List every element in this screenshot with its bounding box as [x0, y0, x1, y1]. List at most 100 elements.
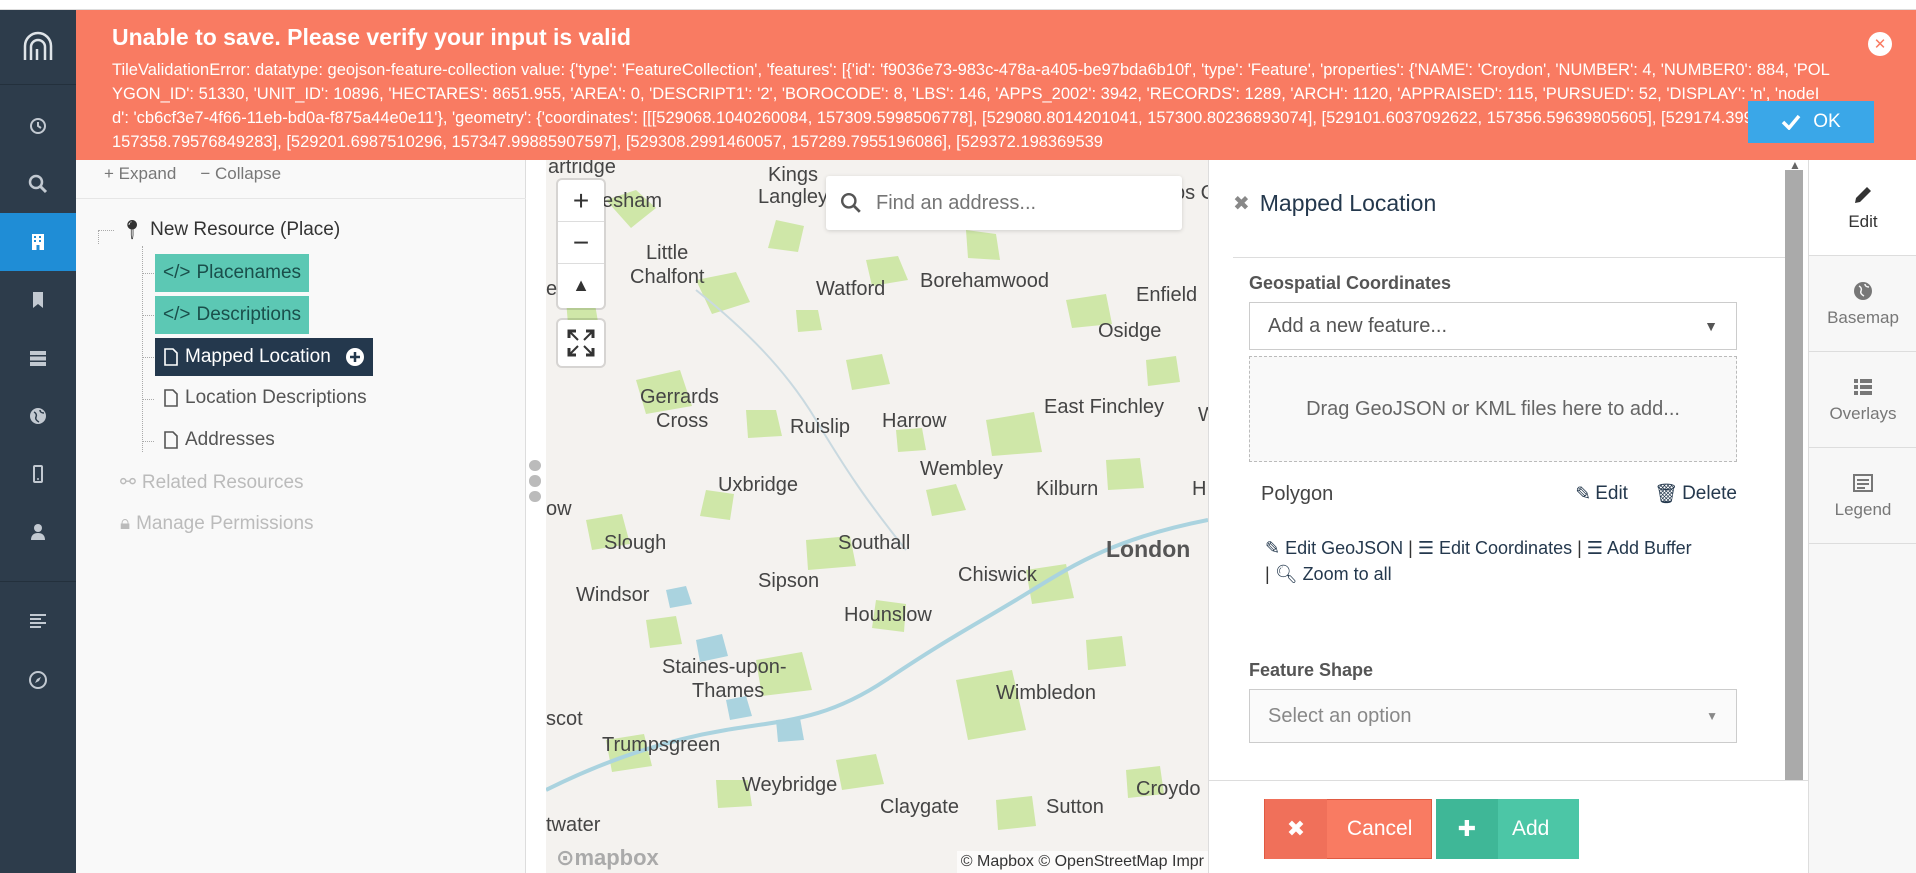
map-label: Little [646, 242, 689, 264]
tree-connector [142, 441, 154, 442]
nav-search[interactable] [0, 155, 76, 213]
map-label: Osidge [1098, 320, 1162, 342]
reset-bearing-button[interactable]: ▲ [558, 264, 604, 306]
toolbar-divider [76, 198, 526, 199]
tree-root-node[interactable]: 📍︎ New Resource (Place) [120, 218, 340, 242]
ok-label: OK [1813, 111, 1841, 132]
map-label: Sipson [758, 570, 820, 592]
card-edit-panel: ▲ ✖ Mapped Location Geospatial Coordinat… [1208, 158, 1809, 873]
file-icon [164, 389, 178, 407]
zoom-out-button[interactable]: − [558, 222, 604, 264]
app-logo[interactable] [0, 10, 76, 85]
map-label: Uxbridge [718, 474, 799, 496]
globe-icon [1854, 281, 1872, 300]
nav-mobile-projects[interactable] [0, 445, 76, 503]
pencil-icon: ✎ [1575, 483, 1592, 505]
delete-feature-link[interactable]: 🗑︎ Delete [1654, 482, 1737, 506]
map-label: Windsor [576, 584, 650, 606]
rail-overlays[interactable]: Overlays [1809, 352, 1916, 448]
nav-help[interactable] [0, 651, 76, 709]
zoom-in-button[interactable]: + [558, 180, 604, 222]
feature-actions: ✎ Edit GeoJSON | ☰ Edit Coordinates | ☰ … [1265, 538, 1692, 584]
building-icon [32, 234, 44, 250]
search-icon: 🔍︎ [1274, 564, 1298, 584]
tree-connector [98, 230, 114, 231]
align-left-icon [30, 614, 46, 628]
card-footer: ✖ Cancel ✚ Add [1209, 780, 1809, 873]
nav-notifications[interactable] [0, 96, 76, 154]
tree-connector [142, 273, 154, 274]
tree-related-resources[interactable]: ⚯ Related Resources [120, 471, 304, 494]
tree-connector [142, 246, 143, 452]
nav-toggle-menu[interactable] [0, 592, 76, 650]
address-search-input[interactable] [876, 191, 1156, 215]
map-label: Claygate [880, 796, 959, 818]
feature-shape-label: Feature Shape [1249, 660, 1374, 680]
panel-scrollbar[interactable] [1785, 170, 1803, 780]
add-buffer-link[interactable]: ☰ Add Buffer [1587, 538, 1692, 558]
edit-coordinates-link[interactable]: ☰ Edit Coordinates [1418, 538, 1572, 558]
compass-icon [29, 671, 47, 689]
map-label: Borehamwood [920, 270, 1049, 292]
expand-all-button[interactable]: + Expand [104, 164, 176, 184]
main-nav [0, 10, 76, 873]
nav-resource-editor[interactable] [0, 213, 76, 271]
tree-card-placenames[interactable]: </> Placenames [155, 254, 310, 292]
map-attribution[interactable]: © Mapbox © OpenStreetMap Impr [956, 851, 1208, 873]
fullscreen-button[interactable] [558, 320, 604, 366]
map-label: artridge [548, 160, 616, 178]
rail-edit[interactable]: Edit [1809, 160, 1916, 256]
panel-resize-handle[interactable] [528, 460, 542, 502]
map-label: H [1192, 478, 1207, 500]
feature-name: Polygon [1261, 482, 1334, 505]
bookmark-icon [33, 292, 43, 308]
tree-card-descriptions[interactable]: </> Descriptions [155, 296, 310, 334]
file-icon [164, 348, 178, 366]
edit-feature-link[interactable]: ✎ Edit [1575, 483, 1628, 506]
map-label: Gerrards [640, 386, 719, 408]
nav-profile[interactable] [0, 503, 76, 561]
add-feature-select[interactable]: Add a new feature... ▼ [1249, 302, 1737, 350]
close-icon[interactable]: ✖ [1233, 191, 1250, 216]
nav-graph-manager[interactable] [0, 329, 76, 387]
map-label: twater [546, 814, 601, 836]
alert-close-button[interactable]: ✕ [1868, 32, 1892, 56]
check-icon [1782, 114, 1801, 130]
nav-bookmarks[interactable] [0, 271, 76, 329]
globe-icon [30, 408, 46, 424]
tree-card-addresses[interactable]: Addresses [163, 429, 275, 451]
collapse-all-button[interactable]: − Collapse [200, 164, 281, 184]
rail-basemap[interactable]: Basemap [1809, 256, 1916, 352]
zoom-controls: + − ▲ [558, 180, 604, 308]
map-label: Kilburn [1036, 478, 1099, 500]
file-icon [164, 431, 178, 449]
map-label: scot [546, 708, 583, 730]
map-view[interactable]: artridge Kings Langley esham Little Chal… [546, 160, 1208, 873]
tree-card-mapped-location[interactable]: Mapped Location [155, 338, 373, 376]
code-icon: </> [163, 262, 191, 283]
zoom-to-all-link[interactable]: 🔍︎ Zoom to all [1275, 564, 1392, 584]
search-icon [840, 192, 861, 213]
rail-legend[interactable]: Legend [1809, 448, 1916, 544]
add-button[interactable]: ✚ Add [1436, 799, 1579, 859]
nav-map-layers[interactable] [0, 387, 76, 445]
map-label: East Finchley [1044, 396, 1165, 418]
map-label: Weybridge [742, 774, 838, 796]
handle-dot [529, 460, 541, 472]
alarm-clock-icon [30, 118, 46, 134]
alert-ok-button[interactable]: OK [1748, 101, 1874, 143]
code-icon: </> [163, 304, 191, 325]
plus-circle-icon[interactable] [345, 347, 365, 367]
top-border [0, 0, 1916, 10]
list-icon: ☰ [1417, 538, 1434, 558]
feature-shape-select[interactable]: Select an option ▼ [1249, 689, 1737, 743]
cancel-button[interactable]: ✖ Cancel [1264, 799, 1432, 859]
tree-card-location-descriptions[interactable]: Location Descriptions [163, 387, 367, 409]
alert-title: Unable to save. Please verify your input… [112, 24, 631, 50]
file-dropzone[interactable]: Drag GeoJSON or KML files here to add... [1249, 356, 1737, 462]
edit-geojson-link[interactable]: ✎ Edit GeoJSON [1265, 538, 1403, 558]
map-label: Enfield [1136, 284, 1198, 306]
address-search [826, 176, 1182, 230]
tree-manage-permissions[interactable]: 🔒︎ Manage Permissions [120, 513, 314, 535]
caret-down-icon: ▼ [1704, 318, 1718, 334]
